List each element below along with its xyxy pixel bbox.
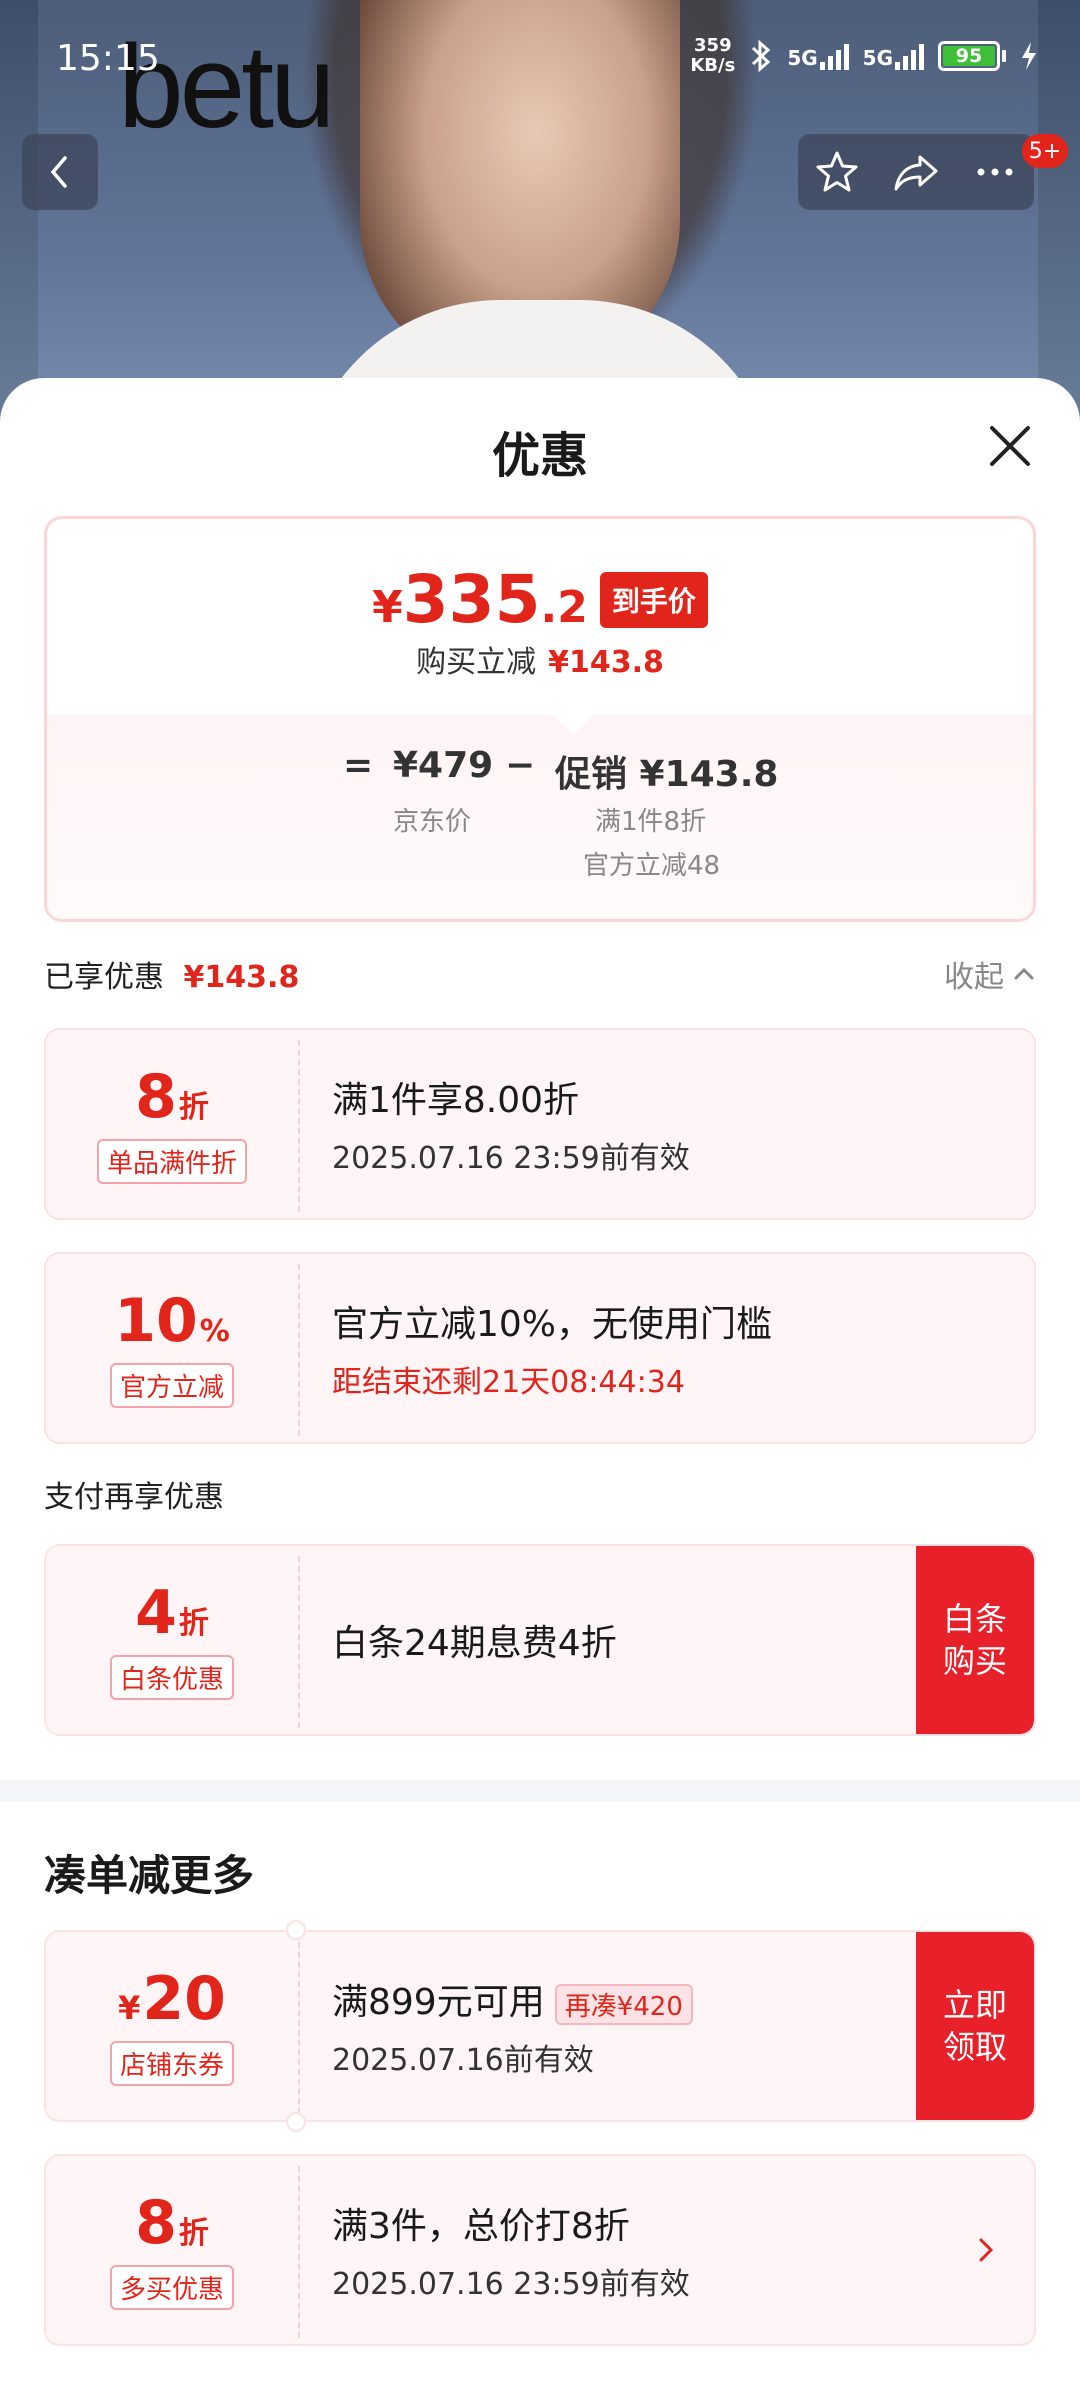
pay-discount-label: 支付再享优惠	[44, 1480, 224, 1515]
bluetooth-icon	[752, 39, 771, 73]
coupon-chip: 白条优惠	[109, 1654, 234, 1700]
charging-icon	[1022, 42, 1036, 70]
coupon-title: 满1件享8.00折	[332, 1080, 580, 1121]
remaining-tag: 再凑¥420	[554, 1983, 693, 2025]
back-button[interactable]	[22, 134, 98, 210]
chevron-right-icon	[979, 2238, 994, 2262]
coupon-validity: 2025.07.16前有效	[332, 2043, 594, 2078]
collapse-button[interactable]: 收起	[944, 952, 1036, 996]
net-speed: 359 KB/s	[690, 35, 736, 76]
more-badge: 5+	[1022, 134, 1068, 168]
jd-price: ¥479	[393, 745, 494, 786]
price-summary: ¥ 335 .2 到手价 购买立减 ¥143.8 = ¥479 − 促销 ¥143…	[44, 516, 1036, 922]
coupon-chip: 多买优惠	[109, 2264, 234, 2310]
instant-discount: 购买立减 ¥143.8	[416, 645, 664, 680]
coupon-chip: 单品满件折	[96, 1138, 247, 1184]
promo-detail-1: 满1件8折	[595, 807, 707, 837]
more-icon[interactable]	[972, 149, 1018, 195]
back-icon	[50, 156, 67, 188]
claim-coupon-button[interactable]: 立即 领取	[916, 1932, 1034, 2120]
jd-price-label: 京东价	[393, 807, 472, 837]
battery-indicator: 95	[938, 41, 1006, 71]
more-discount-title: 凑单减更多	[44, 1851, 255, 1900]
coupon-title: 满899元可用	[332, 1982, 545, 2023]
status-bar: 15:15 359 KB/s 5G 5G 95	[0, 0, 1080, 110]
promo-detail-2: 官方立减48	[583, 851, 721, 881]
signal-1: 5G	[787, 42, 849, 70]
coupon-card-official: 10% 官方立减 官方立减10%，无使用门槛 距结束还剩21天08:44:34	[44, 1252, 1036, 1444]
coupon-countdown: 距结束还剩21天08:44:34	[332, 1365, 685, 1400]
coupon-chip: 店铺东券	[109, 2040, 234, 2086]
share-icon[interactable]	[892, 149, 940, 195]
final-price: ¥ 335 .2	[372, 561, 588, 638]
coupon-card-item-discount: 8折 单品满件折 满1件享8.00折 2025.07.16 23:59前有效	[44, 1028, 1036, 1220]
nav-actions	[798, 134, 1034, 210]
coupon-validity: 2025.07.16 23:59前有效	[332, 1141, 690, 1176]
final-price-row: ¥ 335 .2 到手价	[47, 561, 1033, 638]
enjoyed-discount-label: 已享优惠 ¥143.8	[44, 960, 300, 995]
coupon-card-baitiao: 4折 白条优惠 白条24期息费4折 白条 购买	[44, 1544, 1036, 1736]
coupon-card-multibuy[interactable]: 8折 多买优惠 满3件，总价打8折 2025.07.16 23:59前有效	[44, 2154, 1036, 2346]
chevron-up-icon	[1014, 967, 1034, 980]
signal-2: 5G	[863, 42, 924, 70]
coupon-card-store: ¥20 店铺东券 满899元可用 再凑¥420 2025.07.16前有效 立即 …	[44, 1930, 1036, 2122]
status-icons: 359 KB/s 5G 5G 95	[690, 36, 1038, 76]
sheet-title: 优惠	[491, 428, 588, 484]
coupon-title: 白条24期息费4折	[332, 1623, 617, 1664]
promo-total: 促销 ¥143.8	[555, 754, 779, 795]
close-icon[interactable]	[982, 418, 1038, 474]
discount-sheet: 优惠 ¥ 335 .2 到手价 购买立减 ¥143.8 = ¥479 − 促销 …	[0, 378, 1080, 2400]
baitiao-buy-button[interactable]: 白条 购买	[916, 1546, 1034, 1734]
coupon-title: 满3件，总价打8折	[332, 2206, 630, 2247]
status-time: 15:15	[56, 38, 160, 79]
price-formula: = ¥479 − 促销 ¥143.8 京东价 满1件8折 官方立减48	[47, 715, 1033, 919]
coupon-chip: 官方立减	[109, 1362, 234, 1408]
coupon-title: 官方立减10%，无使用门槛	[332, 1304, 773, 1345]
star-icon[interactable]	[814, 149, 860, 195]
coupon-validity: 2025.07.16 23:59前有效	[332, 2267, 690, 2302]
final-price-tag: 到手价	[599, 571, 708, 628]
